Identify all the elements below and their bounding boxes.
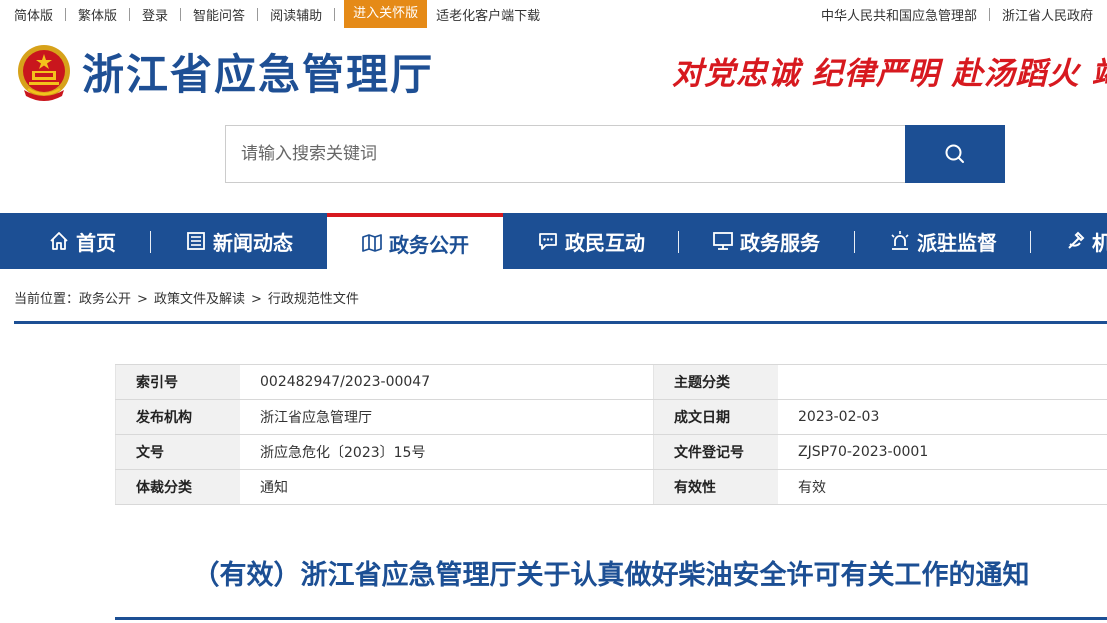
info-key: 体裁分类 — [115, 470, 240, 504]
search-button[interactable] — [905, 125, 1005, 183]
divider — [65, 7, 67, 21]
divider — [129, 7, 131, 21]
nav-divider — [1030, 231, 1031, 253]
divider — [334, 7, 336, 21]
nav-item-party[interactable]: 机 — [1064, 213, 1107, 269]
nav-label: 政民互动 — [565, 230, 645, 255]
info-key: 发布机构 — [115, 400, 240, 434]
nav-label: 新闻动态 — [213, 230, 293, 255]
breadcrumb: 当前位置：政务公开 > 政策文件及解读 > 行政规范性文件 — [14, 288, 359, 307]
chat-icon — [537, 230, 559, 252]
info-value: 通知 — [260, 480, 288, 496]
nav-item-news[interactable]: 新闻动态 — [185, 213, 293, 269]
breadcrumb-divider — [14, 321, 1107, 324]
link-simplified[interactable]: 简体版 — [14, 5, 53, 24]
info-value: 002482947/2023-00047 — [260, 374, 431, 390]
nav-label: 政务服务 — [740, 230, 820, 255]
search-input[interactable] — [225, 125, 906, 183]
nav-item-home[interactable]: 首页 — [48, 213, 116, 269]
nav-divider — [678, 231, 679, 253]
care-mode-button[interactable]: 进入关怀版 — [344, 0, 428, 28]
main-nav: 首页 新闻动态 政务公开 政民互动 政务服务 派驻监督 机 — [0, 213, 1107, 269]
top-right-links: 中华人民共和国应急管理部 浙江省人民政府 — [821, 0, 1093, 28]
search-bar — [225, 125, 1005, 183]
info-value: ZJSP70-2023-0001 — [798, 444, 929, 460]
info-key: 文件登记号 — [653, 435, 778, 469]
divider — [180, 7, 182, 21]
document-info-table: 索引号 002482947/2023-00047 主题分类 发布机构 浙江省应急… — [115, 364, 1107, 505]
breadcrumb-item[interactable]: 政策文件及解读 — [154, 292, 245, 307]
national-emblem-icon[interactable] — [16, 44, 72, 104]
newspaper-icon — [185, 230, 207, 252]
slogan: 对党忠诚 纪律严明 赴汤蹈火 竭 — [672, 56, 1107, 92]
info-key: 文号 — [115, 435, 240, 469]
info-value: 浙江省应急管理厅 — [260, 410, 372, 426]
link-provincial-gov[interactable]: 浙江省人民政府 — [1002, 5, 1093, 24]
alarm-light-icon — [889, 230, 911, 252]
nav-item-supervision[interactable]: 派驻监督 — [889, 213, 997, 269]
nav-item-interaction[interactable]: 政民互动 — [537, 213, 645, 269]
info-key: 成文日期 — [653, 400, 778, 434]
link-login[interactable]: 登录 — [142, 5, 168, 24]
nav-divider — [150, 231, 151, 253]
divider — [257, 7, 259, 21]
nav-label: 派驻监督 — [917, 230, 997, 255]
table-row: 索引号 002482947/2023-00047 主题分类 — [115, 365, 1107, 400]
title-divider — [115, 617, 1107, 620]
info-value: 浙应急危化〔2023〕15号 — [260, 445, 426, 461]
info-value — [778, 365, 1107, 399]
document-title: （有效）浙江省应急管理厅关于认真做好柴油安全许可有关工作的通知 — [192, 560, 1030, 591]
monitor-icon — [712, 230, 734, 252]
top-utility-bar: 简体版 繁体版 登录 智能问答 阅读辅助 进入关怀版 适老化客户端下载 中华人民… — [0, 0, 1107, 28]
link-elder-app-download[interactable]: 适老化客户端下载 — [436, 5, 540, 24]
nav-item-services[interactable]: 政务服务 — [712, 213, 820, 269]
nav-item-gov-affairs[interactable]: 政务公开 — [327, 213, 503, 269]
info-value: 有效 — [798, 480, 826, 496]
link-reading-aid[interactable]: 阅读辅助 — [270, 5, 322, 24]
nav-divider — [854, 231, 855, 253]
table-row: 文号 浙应急危化〔2023〕15号 文件登记号 ZJSP70-2023-0001 — [115, 435, 1107, 470]
nav-label: 机 — [1092, 230, 1107, 255]
hammer-sickle-icon — [1064, 230, 1086, 252]
home-icon — [48, 230, 70, 252]
breadcrumb-item[interactable]: 行政规范性文件 — [268, 292, 359, 307]
info-value: 2023-02-03 — [798, 409, 880, 425]
top-left-links: 简体版 繁体版 登录 智能问答 阅读辅助 进入关怀版 适老化客户端下载 — [14, 0, 540, 28]
breadcrumb-separator: > — [137, 292, 148, 307]
nav-label: 首页 — [76, 230, 116, 255]
link-ministry[interactable]: 中华人民共和国应急管理部 — [821, 5, 977, 24]
breadcrumb-separator: > — [250, 292, 262, 307]
divider — [988, 7, 990, 21]
link-traditional[interactable]: 繁体版 — [78, 5, 117, 24]
search-icon — [945, 144, 964, 163]
info-key: 有效性 — [653, 470, 778, 504]
table-row: 发布机构 浙江省应急管理厅 成文日期 2023-02-03 — [115, 400, 1107, 435]
info-key: 主题分类 — [653, 365, 778, 399]
breadcrumb-prefix: 当前位置： — [14, 292, 80, 307]
breadcrumb-item[interactable]: 政务公开 — [79, 292, 131, 307]
nav-label: 政务公开 — [389, 232, 469, 257]
site-title[interactable]: 浙江省应急管理厅 — [82, 49, 434, 101]
table-row: 体裁分类 通知 有效性 有效 — [115, 470, 1107, 505]
open-book-icon — [361, 232, 383, 254]
link-smart-qa[interactable]: 智能问答 — [193, 5, 245, 24]
info-key: 索引号 — [115, 365, 240, 399]
